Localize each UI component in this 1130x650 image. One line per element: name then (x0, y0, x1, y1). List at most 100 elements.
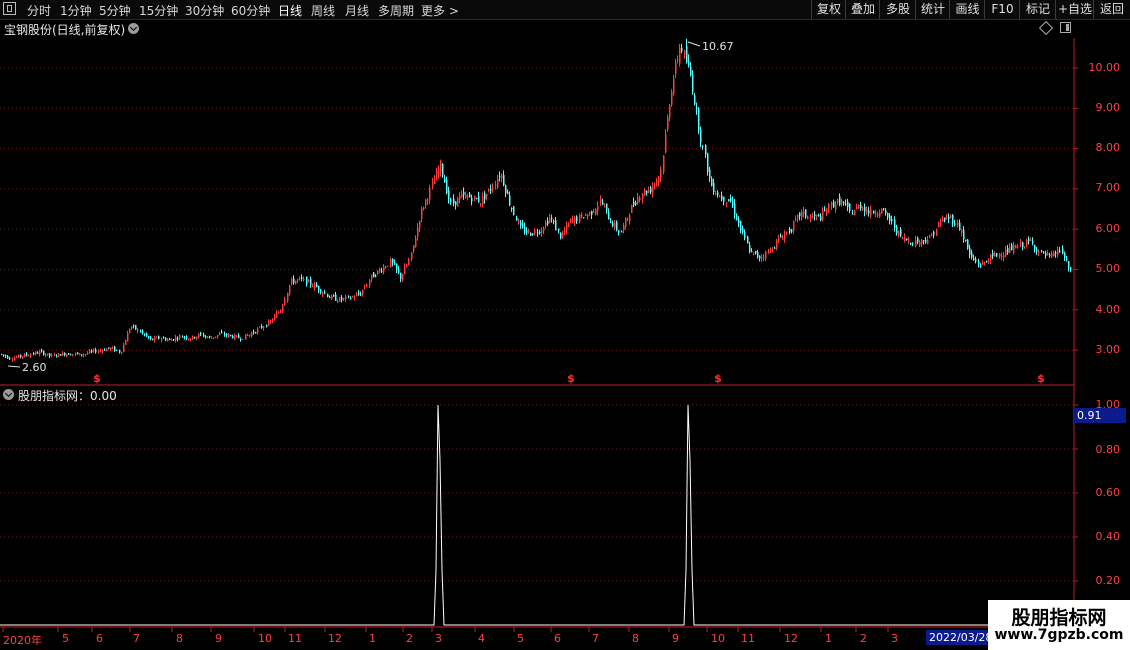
price-tick-label: 9.00 (1095, 101, 1121, 114)
candle-body (268, 321, 270, 326)
candle-body (450, 198, 452, 203)
candle-body (261, 326, 263, 328)
indicator-tick-label: 0.60 (1095, 486, 1121, 499)
candle-body (828, 203, 830, 213)
candle-body (70, 354, 72, 356)
candle-body (98, 350, 100, 353)
candle-body (566, 224, 568, 231)
candle-body (133, 325, 135, 327)
candle-body (232, 335, 234, 338)
candle-body (602, 202, 604, 205)
candle-body (518, 220, 520, 223)
low-pointer (7, 365, 21, 368)
candle-body (284, 299, 286, 306)
watermark-url: www.7gpzb.com (994, 627, 1124, 643)
candle-body (915, 240, 917, 247)
candle-body (158, 336, 160, 339)
time-tick-label: 3 (435, 632, 442, 645)
candle-body (263, 326, 265, 329)
candle-body (478, 196, 480, 203)
candle-body (276, 313, 278, 318)
candle-body (616, 221, 618, 231)
time-tick-label: 12 (784, 632, 798, 645)
candle-body (196, 336, 198, 340)
time-tick-label: 2 (406, 632, 413, 645)
candle-body (221, 331, 223, 334)
candle-body (938, 222, 940, 227)
candle-body (459, 195, 461, 200)
candle-body (448, 190, 450, 200)
candle-body (324, 292, 326, 294)
candle-body (480, 203, 482, 205)
candle-body (709, 169, 711, 178)
candle-body (732, 201, 734, 206)
candle-body (37, 352, 39, 354)
candle-body (77, 352, 79, 354)
candle-body (251, 333, 253, 337)
candle-body (314, 284, 316, 288)
candle-body (230, 334, 232, 336)
candle-body (753, 252, 755, 254)
high-label: 10.67 (702, 40, 734, 53)
candle-body (411, 252, 413, 259)
time-tick-label: 11 (288, 632, 302, 645)
candle-body (757, 252, 759, 258)
candle-body (927, 239, 929, 244)
chart-canvas[interactable]: 10.67 2.60 $ $ $ $ (0, 0, 1130, 650)
time-tick-label: 5 (62, 632, 69, 645)
candle-body (150, 337, 152, 340)
candle-body (453, 198, 455, 204)
candle-body (839, 196, 841, 205)
candle-body (1017, 246, 1019, 248)
candle-body (738, 218, 740, 224)
candle-body (822, 210, 824, 220)
candle-body (371, 274, 373, 280)
candle-body (816, 215, 818, 217)
candle-body (333, 294, 335, 297)
candle-body (12, 359, 14, 361)
candle-body (400, 272, 402, 280)
candle-body (495, 184, 497, 186)
candle-body (173, 339, 175, 341)
candle-body (982, 262, 984, 265)
candle-body (797, 214, 799, 219)
candle-body (255, 332, 257, 334)
candle-body (700, 129, 702, 143)
candle-body (278, 312, 280, 314)
price-tick-label: 7.00 (1095, 181, 1121, 194)
indicator-dropdown-icon[interactable] (3, 389, 14, 400)
candle-body (755, 251, 757, 254)
candle-body (526, 230, 528, 233)
candle-body (744, 232, 746, 239)
candle-body (971, 252, 973, 258)
candle-body (320, 289, 322, 293)
candle-body (734, 203, 736, 215)
candle-body (713, 182, 715, 193)
candle-body (1011, 244, 1013, 251)
candle-body (116, 349, 118, 351)
candle-body (95, 349, 97, 353)
candle-body (390, 259, 392, 267)
candle-body (213, 337, 215, 339)
candle-body (507, 192, 509, 195)
candle-body (446, 179, 448, 194)
candle-body (247, 335, 249, 337)
candle-body (686, 46, 688, 63)
candle-body (583, 217, 585, 219)
time-tick-label: 3 (891, 632, 898, 645)
candle-body (868, 210, 870, 214)
candle-body (291, 278, 293, 284)
candle-body (152, 338, 154, 341)
candle-body (327, 293, 329, 297)
candle-body (591, 210, 593, 215)
candle-body (952, 214, 954, 224)
candle-body (438, 169, 440, 176)
candle-body (1020, 242, 1022, 245)
candle-body (102, 350, 104, 352)
candle-body (973, 258, 975, 260)
candle-body (360, 294, 362, 296)
candle-body (944, 217, 946, 222)
candle-body (45, 354, 47, 356)
candle-body (854, 210, 856, 216)
candle-body (673, 78, 675, 94)
